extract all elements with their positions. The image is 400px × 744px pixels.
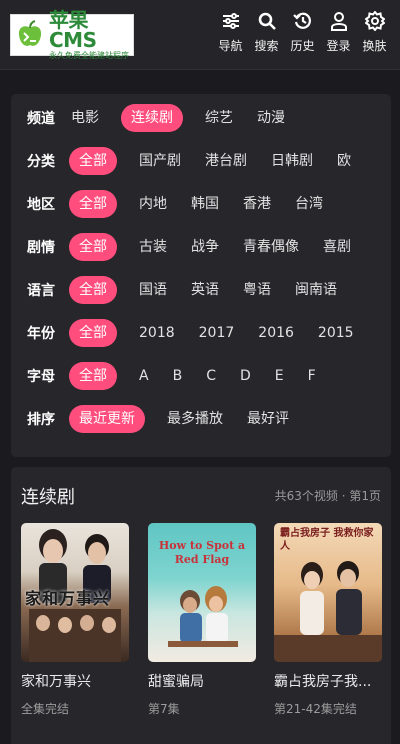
- nav-label: 历史: [290, 39, 315, 53]
- video-list-panel: 连续剧 共63个视频 · 第1页 家和万事兴 家和万事兴 全集完结 How to…: [11, 467, 391, 744]
- video-card[interactable]: How to Spot a Red Flag 甜蜜骗局 第7集: [148, 523, 256, 717]
- site-logo[interactable]: 苹果CMS 永久免费全能建站程序: [10, 10, 134, 59]
- filter-option[interactable]: F: [306, 362, 318, 390]
- filter-row-label: 频道: [27, 111, 55, 127]
- filter-option[interactable]: 国产剧: [137, 147, 183, 175]
- filter-option[interactable]: 综艺: [203, 104, 235, 132]
- section-title: 连续剧: [21, 487, 75, 508]
- filter-row: 语言 全部 国语 英语 粤语 闽南语: [11, 273, 391, 307]
- filter-row: 年份 全部 2018 2017 2016 2015: [11, 316, 391, 350]
- filter-panel: 频道 电影 连续剧 综艺 动漫 分类 全部 国产剧 港台剧 日韩剧欧地区 全部 内地 韩国 香港 台湾 剧情全…: [11, 94, 391, 457]
- filter-option[interactable]: 全部: [69, 319, 117, 347]
- gear-icon: [364, 10, 386, 32]
- episode-status: 全集完结: [21, 702, 70, 716]
- filter-option[interactable]: 最近更新: [69, 405, 145, 433]
- filter-row-label: 排序: [27, 412, 55, 428]
- filter-row-label: 剧情: [27, 240, 55, 256]
- filter-option[interactable]: 古装: [137, 233, 169, 261]
- filter-row: 频道 电影 连续剧 综艺 动漫: [11, 101, 391, 135]
- top-bar: 苹果CMS 永久免费全能建站程序 导航 搜索 历史 登录 换肤: [0, 0, 400, 70]
- filter-option[interactable]: B: [171, 362, 185, 390]
- filter-row-label: 年份: [27, 326, 55, 342]
- filter-option[interactable]: 动漫: [255, 104, 287, 132]
- poster-image[interactable]: 家和万事兴: [21, 523, 129, 662]
- search-icon: [256, 10, 278, 32]
- history-icon: [292, 10, 314, 32]
- nav-label: 换肤: [362, 39, 387, 53]
- logo-title: 苹果CMS: [49, 7, 97, 52]
- filter-option[interactable]: 全部: [69, 190, 117, 218]
- filter-row-label: 字母: [27, 369, 55, 385]
- filter-option[interactable]: 喜剧: [321, 233, 353, 261]
- filter-row-label: 分类: [27, 154, 55, 170]
- filter-option[interactable]: 英语: [189, 276, 221, 304]
- filter-row: 排序 最近更新 最多播放 最好评: [11, 402, 391, 436]
- filter-option[interactable]: 最多播放: [165, 405, 225, 433]
- apple-logo-icon: [15, 19, 45, 50]
- sliders-icon: [220, 10, 242, 32]
- filter-option[interactable]: 韩国: [189, 190, 221, 218]
- filter-option[interactable]: C: [204, 362, 218, 390]
- episode-status: 第7集: [148, 702, 180, 716]
- filter-option[interactable]: 2017: [197, 319, 237, 347]
- nav-search-button[interactable]: 搜索: [253, 10, 280, 54]
- video-card[interactable]: 家和万事兴 家和万事兴 全集完结: [21, 523, 129, 717]
- poster-image[interactable]: 霸占我房子 我救你家人: [274, 523, 382, 662]
- filter-option[interactable]: 全部: [69, 233, 117, 261]
- filter-option[interactable]: 粤语: [241, 276, 273, 304]
- filter-option[interactable]: 青春偶像: [241, 233, 301, 261]
- filter-option[interactable]: 2016: [256, 319, 296, 347]
- filter-option[interactable]: 日韩剧: [269, 147, 315, 175]
- nav-login-button[interactable]: 登录: [325, 10, 352, 54]
- nav-guide-button[interactable]: 导航: [217, 10, 244, 54]
- filter-option[interactable]: 连续剧: [121, 104, 183, 132]
- filter-option[interactable]: 闽南语: [293, 276, 339, 304]
- top-nav: 导航 搜索 历史 登录 换肤: [217, 10, 388, 54]
- filter-option[interactable]: 全部: [69, 362, 117, 390]
- filter-option[interactable]: 香港: [241, 190, 273, 218]
- user-icon: [328, 10, 350, 32]
- filter-option[interactable]: 港台剧: [203, 147, 249, 175]
- nav-label: 搜索: [254, 39, 279, 53]
- filter-option[interactable]: 台湾: [293, 190, 325, 218]
- poster-title-text: 家和万事兴: [25, 589, 111, 608]
- nav-skin-button[interactable]: 换肤: [361, 10, 388, 54]
- filter-option[interactable]: 国语: [137, 276, 169, 304]
- video-count: 共63个视频 · 第1页: [274, 489, 381, 503]
- logo-subtitle: 永久免费全能建站程序: [49, 50, 129, 60]
- nav-label: 登录: [326, 39, 351, 53]
- nav-label: 导航: [218, 39, 243, 53]
- video-title[interactable]: 霸占我房子我...: [274, 671, 382, 691]
- filter-row: 字母 全部 A B C D E F: [11, 359, 391, 393]
- filter-option[interactable]: 电影: [69, 104, 101, 132]
- filter-option[interactable]: D: [238, 362, 253, 390]
- filter-option[interactable]: 全部: [69, 276, 117, 304]
- video-title[interactable]: 家和万事兴: [21, 671, 129, 691]
- filter-row: 剧情 全部 古装 战争 青春偶像 喜剧: [11, 230, 391, 264]
- filter-option[interactable]: A: [137, 362, 151, 390]
- filter-option[interactable]: 内地: [137, 190, 169, 218]
- video-title[interactable]: 甜蜜骗局: [148, 671, 256, 691]
- poster-image[interactable]: How to Spot a Red Flag: [148, 523, 256, 662]
- filter-option[interactable]: 2018: [137, 319, 177, 347]
- filter-option[interactable]: 全部: [69, 147, 117, 175]
- filter-row-label: 地区: [27, 197, 55, 213]
- episode-status: 第21-42集完结: [274, 702, 357, 716]
- nav-history-button[interactable]: 历史: [289, 10, 316, 54]
- filter-option[interactable]: 最好评: [245, 405, 291, 433]
- filter-row-label: 语言: [27, 283, 55, 299]
- filter-option[interactable]: 欧: [335, 147, 353, 175]
- poster-title-text: How to Spot a Red Flag: [158, 539, 246, 567]
- video-card[interactable]: 霸占我房子 我救你家人 霸占我房子我... 第21-42集完结: [274, 523, 382, 717]
- filter-option[interactable]: 2015: [316, 319, 356, 347]
- poster-title-text: 霸占我房子 我救你家人: [280, 528, 374, 552]
- filter-option[interactable]: E: [273, 362, 286, 390]
- filter-row: 分类 全部 国产剧 港台剧 日韩剧欧: [11, 144, 391, 178]
- filter-row: 地区 全部 内地 韩国 香港 台湾: [11, 187, 391, 221]
- filter-option[interactable]: 战争: [189, 233, 221, 261]
